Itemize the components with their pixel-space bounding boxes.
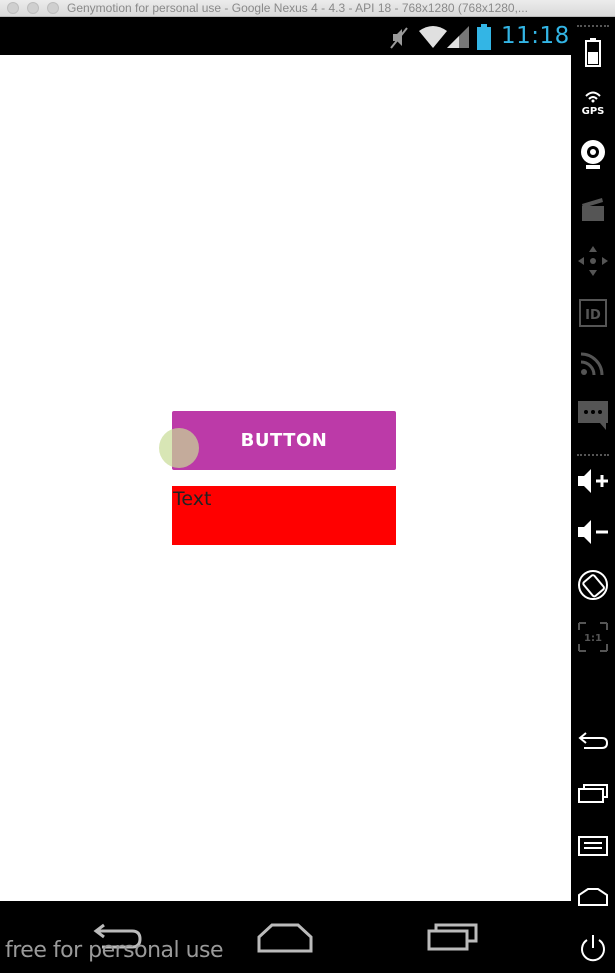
primary-button[interactable]: BUTTON bbox=[172, 411, 396, 470]
nav-home-button[interactable] bbox=[256, 921, 314, 955]
status-bar: 11:18 bbox=[0, 17, 571, 55]
volume-up-icon[interactable] bbox=[571, 461, 615, 501]
window-title: Genymotion for personal use - Google Nex… bbox=[67, 1, 528, 15]
battery-icon bbox=[477, 24, 491, 50]
pixel-perfect-label: 1:1 bbox=[584, 633, 602, 644]
app-screen: BUTTON Text bbox=[0, 55, 571, 901]
gps-tool-icon[interactable]: GPS bbox=[571, 82, 615, 122]
dpad-tool-icon[interactable] bbox=[571, 241, 615, 281]
screencast-tool-icon[interactable] bbox=[571, 189, 615, 229]
battery-tool-icon[interactable] bbox=[571, 32, 615, 72]
toolbar-divider bbox=[577, 25, 609, 27]
emulator-toolbar: GPS ID 1:1 bbox=[571, 17, 615, 973]
signal-icon bbox=[447, 26, 469, 48]
pixel-perfect-icon[interactable]: 1:1 bbox=[571, 617, 615, 657]
power-icon[interactable] bbox=[571, 929, 615, 969]
rotate-icon[interactable] bbox=[571, 565, 615, 605]
window-titlebar: Genymotion for personal use - Google Nex… bbox=[0, 0, 615, 17]
toolbar-divider bbox=[577, 454, 609, 456]
mute-icon bbox=[390, 27, 408, 49]
close-window-button[interactable] bbox=[7, 2, 19, 14]
zoom-window-button[interactable] bbox=[47, 2, 59, 14]
wifi-icon bbox=[419, 26, 447, 48]
gps-label: GPS bbox=[582, 106, 605, 117]
minimize-window-button[interactable] bbox=[27, 2, 39, 14]
webcam-tool-icon[interactable] bbox=[571, 135, 615, 175]
back-icon[interactable] bbox=[571, 721, 615, 761]
home-icon[interactable] bbox=[571, 877, 615, 917]
device-id-tool-icon[interactable]: ID bbox=[571, 293, 615, 333]
recent-apps-icon[interactable] bbox=[571, 773, 615, 813]
status-clock: 11:18 bbox=[501, 23, 570, 49]
sms-tool-icon[interactable] bbox=[571, 395, 615, 435]
menu-icon[interactable] bbox=[571, 825, 615, 865]
nav-recent-apps-button[interactable] bbox=[426, 921, 480, 953]
id-label: ID bbox=[585, 308, 601, 323]
volume-down-icon[interactable] bbox=[571, 512, 615, 552]
network-tool-icon[interactable] bbox=[571, 343, 615, 383]
text-view: Text bbox=[172, 486, 396, 545]
watermark-text: free for personal use bbox=[5, 938, 224, 963]
touch-indicator bbox=[159, 428, 199, 468]
